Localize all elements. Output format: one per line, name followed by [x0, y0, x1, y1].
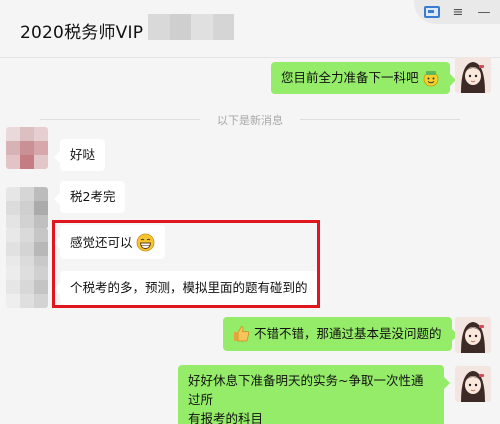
chat-title[interactable]: 2020税务师VIP — [20, 18, 143, 43]
message-sent[interactable]: 不错不错，那通过基本是没问题的 — [223, 317, 458, 351]
highlight-box — [52, 220, 320, 308]
avatar[interactable] — [6, 187, 48, 229]
new-messages-divider: 以下是新消息 — [0, 112, 500, 127]
message-received[interactable]: 税2考完 — [53, 181, 126, 213]
chat-header: 2020税务师VIP ≡ — — [0, 0, 500, 58]
message-text: 好哒 — [70, 147, 96, 162]
avatar[interactable] — [6, 266, 48, 308]
redacted-title-suffix — [148, 14, 234, 40]
avatar[interactable] — [6, 228, 48, 270]
avatar[interactable] — [455, 366, 491, 402]
window-controls: ≡ — — [414, 0, 500, 24]
message-text-line: 有报考的科目 — [188, 411, 264, 424]
minimize-icon[interactable]: — — [474, 2, 494, 22]
message-text: 税2考完 — [70, 189, 116, 204]
divider-text: 以下是新消息 — [217, 114, 283, 127]
message-text-line: 好好休息下准备明天的实务~争取一次性通过所 — [188, 373, 424, 407]
avatar[interactable] — [455, 57, 491, 93]
message-sent[interactable]: 好好休息下准备明天的实务~争取一次性通过所 有报考的科目 — [178, 365, 450, 424]
avatar[interactable] — [6, 127, 48, 169]
avatar[interactable] — [455, 317, 491, 353]
gift-face-emoji-icon — [422, 69, 440, 92]
message-text: 您目前全力准备下一科吧 — [281, 70, 419, 85]
thumbs-up-icon — [233, 325, 250, 347]
message-received[interactable]: 好哒 — [53, 139, 106, 171]
message-sent[interactable]: 您目前全力准备下一科吧 — [271, 62, 456, 94]
screen-share-icon[interactable] — [422, 2, 442, 22]
menu-icon[interactable]: ≡ — [448, 2, 468, 22]
message-text: 不错不错，那通过基本是没问题的 — [254, 326, 442, 341]
